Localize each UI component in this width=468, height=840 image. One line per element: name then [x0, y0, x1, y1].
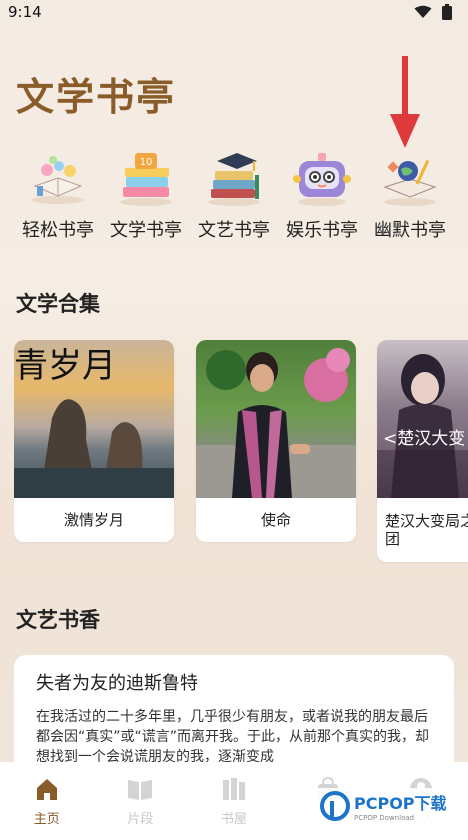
- tab-home[interactable]: 主页: [17, 776, 77, 827]
- battery-icon: [442, 4, 452, 20]
- card-overlay-text: 青岁月: [14, 346, 116, 386]
- card-label: 楚汉大变局之项羽传团: [385, 512, 468, 548]
- status-icons: [414, 4, 452, 20]
- tab-label: 书屋: [220, 812, 247, 827]
- category-relaxed[interactable]: 轻松书亭: [14, 148, 102, 242]
- category-label: 文学书亭: [110, 220, 182, 241]
- robot-toy-icon: [290, 148, 354, 208]
- card-label: 使命: [260, 511, 291, 529]
- card-image: 青岁月: [14, 340, 174, 498]
- watermark-text: PCPOP下载: [354, 794, 447, 813]
- tab-label: 主页: [33, 812, 60, 827]
- category-literature[interactable]: 10 文学书亭: [102, 148, 190, 242]
- card-image: <楚汉大变: [377, 340, 468, 498]
- collection-card[interactable]: 青岁月 激情岁月: [14, 340, 174, 542]
- category-arts[interactable]: 文艺书亭: [190, 148, 278, 242]
- card-overlay-text: <楚汉大变: [383, 429, 466, 449]
- status-time: 9:14: [8, 3, 42, 21]
- collection-card[interactable]: <楚汉大变 楚汉大变局之项羽传团: [377, 340, 468, 562]
- category-label: 娱乐书亭: [286, 220, 358, 241]
- category-entertainment[interactable]: 娱乐书亭: [278, 148, 366, 242]
- card-image: [196, 340, 356, 498]
- books-flowers-icon: [26, 148, 90, 208]
- article-title: 失者为友的迪斯鲁特: [36, 673, 198, 694]
- open-book-icon: [128, 780, 153, 800]
- card-label: 激情岁月: [63, 511, 124, 529]
- open-book-globe-icon: [378, 148, 442, 208]
- wifi-icon: [414, 5, 432, 18]
- watermark-subtext: PCPOP Download: [354, 814, 415, 822]
- tab-bookhouse[interactable]: 书屋: [204, 776, 264, 827]
- category-humor[interactable]: 幽默书亭: [366, 148, 454, 242]
- book-stack-clock-icon: 10: [114, 148, 178, 208]
- collection-card[interactable]: 使命: [196, 340, 356, 542]
- category-label: 幽默书亭: [374, 220, 446, 241]
- annotation-arrow-icon: [390, 56, 420, 148]
- bookshelf-icon: [222, 778, 245, 800]
- collection-carousel[interactable]: 青岁月 激情岁月 使命 <楚汉大变 楚汉大变局之 团: [14, 340, 468, 564]
- graduation-books-icon: [202, 148, 266, 208]
- svg-text:10: 10: [140, 157, 153, 168]
- status-bar: 9:14: [0, 0, 468, 24]
- pcpop-logo-icon: [320, 791, 350, 821]
- tab-label: 片段: [127, 812, 154, 827]
- watermark: PCPOP下载 PCPOP Download: [314, 788, 453, 824]
- section-title-collection: 文学合集: [16, 292, 100, 316]
- article-excerpt: 在我活过的二十多年里，几乎很少有朋友，或者说我的朋友最后都会因“真实”或“谎言”…: [36, 709, 430, 765]
- category-label: 轻松书亭: [22, 220, 94, 241]
- category-row: 轻松书亭 10 文学书亭 文艺书亭 娱乐书亭 幽默书亭: [14, 148, 454, 242]
- tab-fragments[interactable]: 片段: [110, 776, 170, 827]
- home-icon: [36, 779, 57, 800]
- category-label: 文艺书亭: [198, 220, 270, 241]
- section-title-featured: 文艺书香: [16, 608, 100, 632]
- page-title: 文学书亭: [16, 74, 177, 119]
